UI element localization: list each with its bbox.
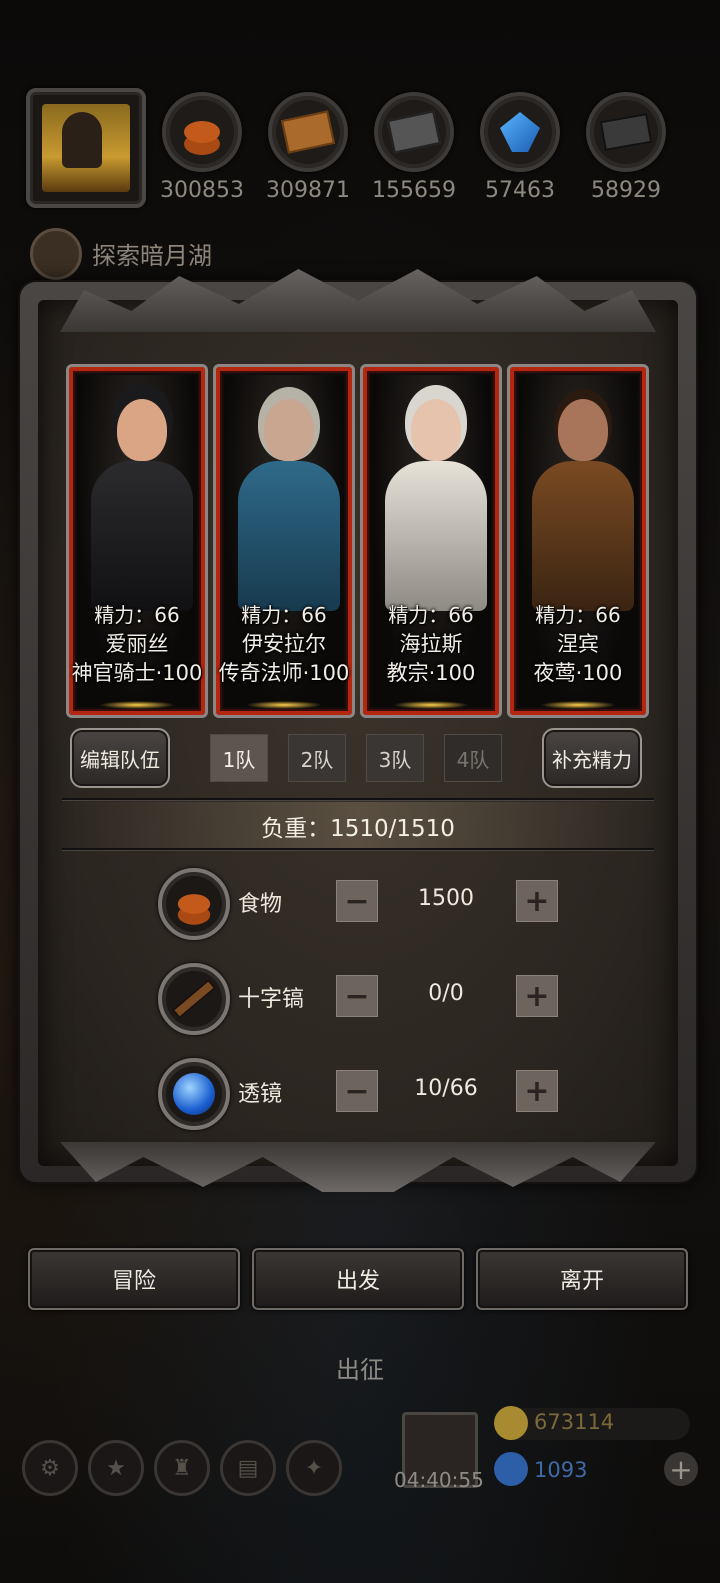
hero-stamina: 精力：66 (535, 603, 621, 627)
food-icon (162, 92, 242, 172)
supply-row-lens: 透镜 − 10/66 + (158, 1058, 608, 1130)
supply-label: 食物 (238, 892, 283, 917)
resource-stone[interactable]: 155659 (364, 92, 464, 203)
adventure-button[interactable]: 冒险 (28, 1248, 240, 1310)
load-capacity: 负重：1510/1510 (62, 802, 654, 850)
add-currency-button[interactable]: + (664, 1452, 698, 1486)
edit-team-button[interactable]: 编辑队伍 (70, 728, 170, 788)
castle-icon[interactable]: ♜ (154, 1440, 210, 1496)
depart-label: 出征 (336, 1356, 384, 1384)
food-icon (158, 868, 230, 940)
hero-class: 神官骑士·100 (71, 661, 203, 685)
hero-stamina: 精力：66 (388, 603, 474, 627)
iron-icon (586, 92, 666, 172)
hero-card[interactable]: 精力：66 伊安拉尔 传奇法师·100 (213, 364, 355, 718)
gold-value: 673114 (534, 1410, 615, 1434)
decrease-button[interactable]: − (336, 1070, 378, 1112)
avatar-portrait (42, 104, 130, 192)
resource-iron[interactable]: 58929 (576, 92, 676, 203)
decrease-button[interactable]: − (336, 880, 378, 922)
resource-value: 309871 (266, 178, 350, 203)
hero-name: 爱丽丝 (105, 632, 169, 656)
resource-wood[interactable]: 309871 (258, 92, 358, 203)
gem-value: 1093 (534, 1458, 588, 1482)
supply-value: 10/66 (414, 1076, 478, 1101)
divider (62, 798, 654, 800)
lens-icon (158, 1058, 230, 1130)
tab-team-4[interactable]: 4队 (444, 734, 502, 782)
resource-value: 155659 (372, 178, 456, 203)
gold-coin-icon (494, 1406, 528, 1440)
supply-row-food: 食物 − 1500 + (158, 868, 608, 940)
supply-row-pickaxe: 十字镐 − 0/0 + (158, 963, 608, 1035)
refill-stamina-button[interactable]: 补充精力 (542, 728, 642, 788)
hero-card[interactable]: 精力：66 涅宾 夜莺·100 (507, 364, 649, 718)
divider (62, 848, 654, 850)
pickaxe-icon (158, 963, 230, 1035)
crystal-icon (480, 92, 560, 172)
decrease-button[interactable]: − (336, 975, 378, 1017)
tab-team-3[interactable]: 3队 (366, 734, 424, 782)
book-icon[interactable]: ▤ (220, 1440, 276, 1496)
player-avatar[interactable] (26, 88, 146, 208)
resource-crystal[interactable]: 57463 (470, 92, 570, 203)
resource-value: 57463 (485, 178, 555, 203)
supply-value: 0/0 (428, 981, 464, 1006)
stone-icon (374, 92, 454, 172)
hero-card[interactable]: 精力：66 爱丽丝 神官骑士·100 (66, 364, 208, 718)
supply-value: 1500 (418, 886, 474, 911)
star-icon[interactable]: ★ (88, 1440, 144, 1496)
leave-button[interactable]: 离开 (476, 1248, 688, 1310)
gift-timer: 04:40:55 (394, 1468, 484, 1492)
increase-button[interactable]: + (516, 1070, 558, 1112)
gem-icon (494, 1452, 528, 1486)
tab-team-1[interactable]: 1队 (210, 734, 268, 782)
settings-icon[interactable]: ⚙ (22, 1440, 78, 1496)
increase-button[interactable]: + (516, 975, 558, 1017)
increase-button[interactable]: + (516, 880, 558, 922)
resource-food[interactable]: 300853 (152, 92, 252, 203)
hero-class: 教宗·100 (386, 661, 476, 685)
hero-card[interactable]: 精力：66 海拉斯 教宗·100 (360, 364, 502, 718)
resource-value: 300853 (160, 178, 244, 203)
hero-class: 传奇法师·100 (218, 661, 350, 685)
hero-stamina: 精力：66 (241, 603, 327, 627)
hero-name: 涅宾 (557, 632, 599, 656)
depart-button[interactable]: 出发 (252, 1248, 464, 1310)
map-icon[interactable]: ✦ (286, 1440, 342, 1496)
hero-stamina: 精力：66 (94, 603, 180, 627)
hero-name: 海拉斯 (399, 632, 463, 656)
expedition-panel: 精力：66 爱丽丝 神官骑士·100 精力：66 伊安拉尔 传奇法师·100 精… (20, 262, 696, 1192)
hero-class: 夜莺·100 (533, 661, 623, 685)
hero-name: 伊安拉尔 (242, 632, 326, 656)
supply-label: 十字镐 (238, 987, 305, 1012)
resource-value: 58929 (591, 178, 661, 203)
tab-team-2[interactable]: 2队 (288, 734, 346, 782)
wood-icon (268, 92, 348, 172)
supply-label: 透镜 (238, 1082, 283, 1107)
